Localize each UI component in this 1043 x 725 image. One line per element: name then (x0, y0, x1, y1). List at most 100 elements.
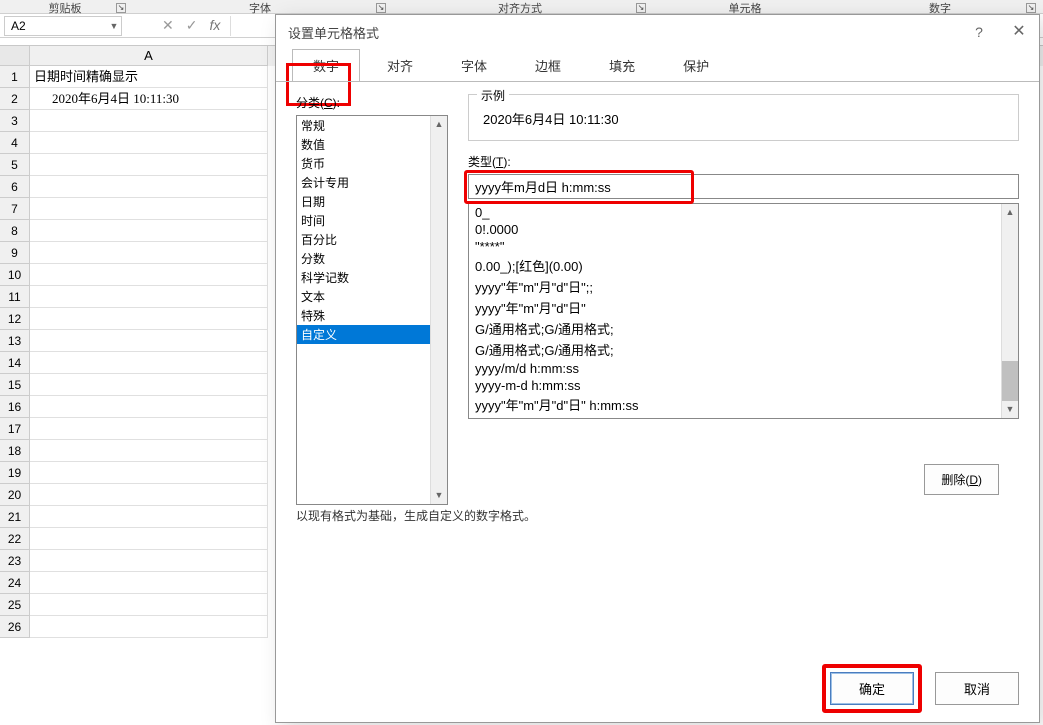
scroll-down-icon[interactable]: ▼ (431, 487, 447, 504)
cell[interactable] (30, 616, 268, 638)
type-list-item[interactable]: 0_ (469, 204, 1001, 221)
row-header[interactable]: 24 (0, 572, 30, 594)
cell[interactable] (30, 220, 268, 242)
cell[interactable] (30, 264, 268, 286)
type-list-item[interactable]: G/通用格式;G/通用格式; (469, 339, 1001, 360)
col-header[interactable]: A (30, 46, 268, 66)
cell[interactable] (30, 594, 268, 616)
dialog-launcher-icon[interactable]: ↘ (376, 3, 386, 13)
row-header[interactable]: 17 (0, 418, 30, 440)
tab-font[interactable]: 字体 (440, 49, 508, 82)
row-header[interactable]: 22 (0, 528, 30, 550)
dialog-launcher-icon[interactable]: ↘ (636, 3, 646, 13)
category-item[interactable]: 分数 (297, 249, 430, 268)
row-header[interactable]: 3 (0, 110, 30, 132)
category-item[interactable]: 时间 (297, 211, 430, 230)
cancel-formula-icon[interactable]: ✕ (162, 17, 174, 34)
cell[interactable] (30, 528, 268, 550)
cell[interactable] (30, 352, 268, 374)
row-header[interactable]: 9 (0, 242, 30, 264)
scrollbar-thumb[interactable] (1002, 361, 1018, 401)
fx-icon[interactable]: fx (209, 17, 220, 34)
category-item[interactable]: 科学记数 (297, 268, 430, 287)
close-icon[interactable]: ✕ (999, 15, 1039, 49)
row-header[interactable]: 18 (0, 440, 30, 462)
scrollbar[interactable]: ▲ ▼ (1001, 204, 1018, 418)
name-box[interactable]: A2 ▼ (4, 16, 122, 36)
type-input[interactable] (468, 174, 1019, 199)
type-list-item[interactable]: 0.00_);[红色](0.00) (469, 255, 1001, 276)
row-header[interactable]: 15 (0, 374, 30, 396)
category-item[interactable]: 数值 (297, 135, 430, 154)
dialog-titlebar[interactable]: 设置单元格格式 ? ✕ (276, 15, 1039, 49)
row-header[interactable]: 21 (0, 506, 30, 528)
cell[interactable] (30, 440, 268, 462)
row-header[interactable]: 6 (0, 176, 30, 198)
row-header[interactable]: 14 (0, 352, 30, 374)
type-list-item[interactable]: G/通用格式;G/通用格式; (469, 318, 1001, 339)
ok-button[interactable]: 确定 (830, 672, 914, 705)
cell[interactable] (30, 396, 268, 418)
row-header[interactable]: 23 (0, 550, 30, 572)
row-header[interactable]: 26 (0, 616, 30, 638)
cell[interactable] (30, 374, 268, 396)
cell[interactable] (30, 132, 268, 154)
tab-alignment[interactable]: 对齐 (366, 49, 434, 82)
row-header[interactable]: 1 (0, 66, 30, 88)
category-item[interactable]: 会计专用 (297, 173, 430, 192)
cell[interactable] (30, 198, 268, 220)
category-item[interactable]: 货币 (297, 154, 430, 173)
cell[interactable] (30, 154, 268, 176)
cell[interactable] (30, 506, 268, 528)
row-header[interactable]: 12 (0, 308, 30, 330)
row-header[interactable]: 20 (0, 484, 30, 506)
scroll-down-icon[interactable]: ▼ (1002, 401, 1018, 418)
cell[interactable]: 日期时间精确显示 (30, 66, 268, 88)
cell[interactable] (30, 176, 268, 198)
row-header[interactable]: 4 (0, 132, 30, 154)
category-item[interactable]: 自定义 (297, 325, 430, 344)
tab-fill[interactable]: 填充 (588, 49, 656, 82)
cell[interactable] (30, 330, 268, 352)
category-item[interactable]: 特殊 (297, 306, 430, 325)
cell[interactable] (30, 550, 268, 572)
tab-number[interactable]: 数字 (292, 49, 360, 82)
category-item[interactable]: 常规 (297, 116, 430, 135)
chevron-down-icon[interactable]: ▼ (107, 21, 121, 31)
row-header[interactable]: 16 (0, 396, 30, 418)
category-item[interactable]: 百分比 (297, 230, 430, 249)
type-list-item[interactable]: yyyy-m-d h:mm:ss (469, 377, 1001, 394)
category-item[interactable]: 日期 (297, 192, 430, 211)
type-list-item[interactable]: 0!.0000 (469, 221, 1001, 238)
cell[interactable]: 2020年6月4日 10:11:30 (30, 88, 268, 110)
type-list-item[interactable]: yyyy"年"m"月"d"日";; (469, 276, 1001, 297)
cell[interactable] (30, 484, 268, 506)
row-header[interactable]: 7 (0, 198, 30, 220)
cell[interactable] (30, 242, 268, 264)
row-header[interactable]: 2 (0, 88, 30, 110)
row-header[interactable]: 5 (0, 154, 30, 176)
tab-protection[interactable]: 保护 (662, 49, 730, 82)
type-listbox[interactable]: 0_0!.0000"****"0.00_);[红色](0.00)yyyy"年"m… (468, 203, 1019, 419)
type-list-item[interactable]: "****" (469, 238, 1001, 255)
cell[interactable] (30, 462, 268, 484)
cell[interactable] (30, 418, 268, 440)
cancel-button[interactable]: 取消 (935, 672, 1019, 705)
select-all-corner[interactable] (0, 46, 30, 66)
type-list-item[interactable]: yyyy"年"m"月"d"日" (469, 297, 1001, 318)
type-list-item[interactable]: yyyy"年"m"月"d"日" h:mm:ss (469, 394, 1001, 415)
scroll-up-icon[interactable]: ▲ (431, 116, 447, 133)
cell[interactable] (30, 572, 268, 594)
category-item[interactable]: 文本 (297, 287, 430, 306)
row-header[interactable]: 11 (0, 286, 30, 308)
help-icon[interactable]: ? (959, 15, 999, 49)
cell[interactable] (30, 286, 268, 308)
row-header[interactable]: 8 (0, 220, 30, 242)
confirm-formula-icon[interactable]: ✓ (186, 17, 198, 34)
type-list-item[interactable]: yyyy/m/d h:mm:ss (469, 360, 1001, 377)
row-header[interactable]: 10 (0, 264, 30, 286)
row-header[interactable]: 19 (0, 462, 30, 484)
category-listbox[interactable]: 常规数值货币会计专用日期时间百分比分数科学记数文本特殊自定义 ▲ ▼ (296, 115, 448, 505)
cell[interactable] (30, 110, 268, 132)
scrollbar[interactable]: ▲ ▼ (430, 116, 447, 504)
